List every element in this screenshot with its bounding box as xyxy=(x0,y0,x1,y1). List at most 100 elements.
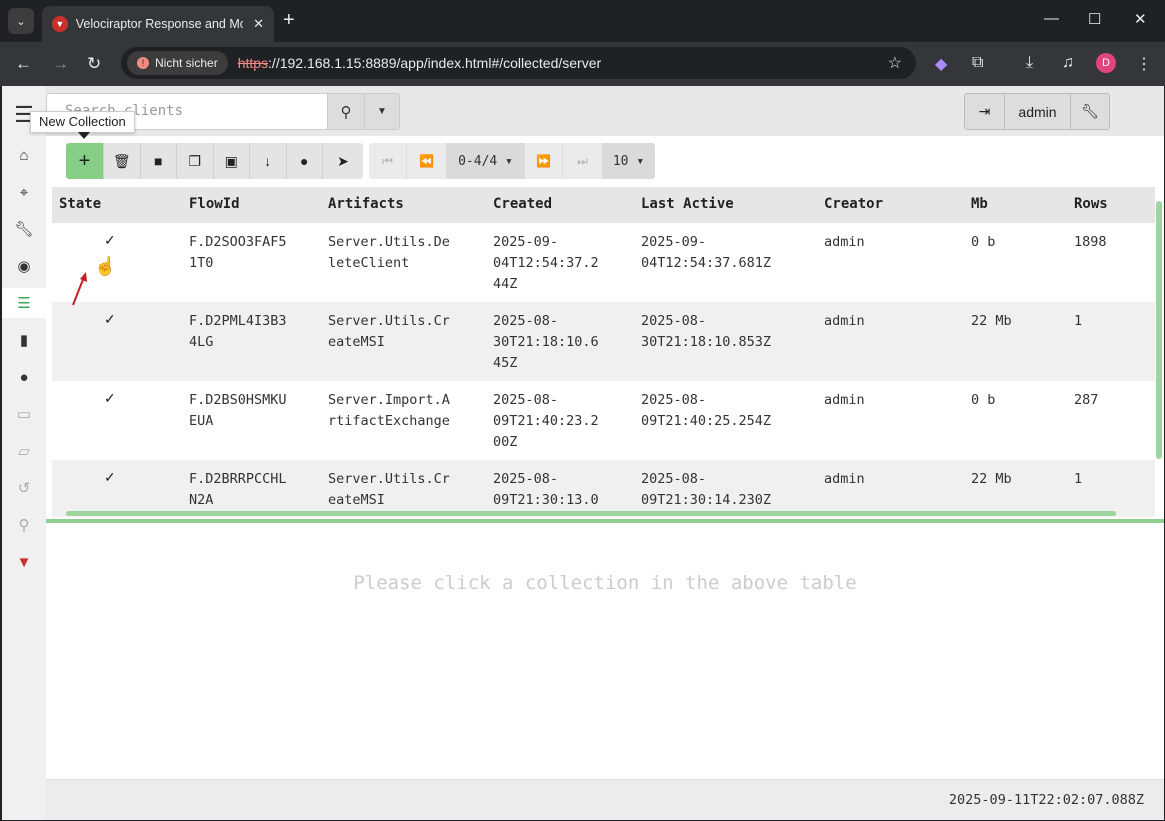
scroll-thumb[interactable] xyxy=(66,511,1116,516)
send-paper-plane-icon[interactable]: ➤ xyxy=(323,143,363,179)
search-icon[interactable]: ⚲ xyxy=(327,93,365,130)
new-collection-button[interactable]: + xyxy=(66,143,104,179)
pane-splitter[interactable] xyxy=(46,519,1164,523)
mb: 0 b xyxy=(971,392,996,408)
last-active: 2025-08- 30T21:18:10.853Z xyxy=(641,313,772,350)
flow-id: F.D2BS0HSMKU EUA xyxy=(189,392,287,429)
mb: 0 b xyxy=(971,234,996,250)
creator: admin xyxy=(824,392,865,408)
reload-button[interactable]: ↻ xyxy=(87,54,101,74)
close-tab-icon[interactable]: ✕ xyxy=(253,16,264,32)
download-icon[interactable]: ⤓ xyxy=(1026,54,1033,72)
sidebar: ☰ ⌂ ⌖ 🔧︎ ◉ ☰ ▮ ● ▭ ▱ ↺ ⚲ ▼ xyxy=(2,86,46,820)
history-icon[interactable]: ↺ xyxy=(2,473,46,503)
artifact: Server.Utils.De leteClient xyxy=(328,234,450,271)
header-flowid[interactable]: FlowId xyxy=(189,196,240,212)
rows-count: 287 xyxy=(1074,392,1099,408)
save-floppy-icon[interactable]: ▣ xyxy=(213,143,250,179)
new-collection-tooltip: New Collection xyxy=(30,111,135,133)
url-scheme: https xyxy=(237,55,269,71)
media-control-icon[interactable]: ♫ xyxy=(1062,54,1074,72)
maximize-button[interactable]: ☐ xyxy=(1088,10,1101,28)
velociraptor-app: ☰ ⌂ ⌖ 🔧︎ ◉ ☰ ▮ ● ▭ ▱ ↺ ⚲ ▼ Search client… xyxy=(2,86,1164,820)
check-icon: ✓ xyxy=(104,390,116,406)
vertical-scrollbar[interactable] xyxy=(1154,187,1164,517)
book-icon[interactable]: ▮ xyxy=(2,325,46,355)
table-header: State FlowId Artifacts Created Last Acti… xyxy=(52,187,1155,223)
flow-id: F.D2BRRPCCHL N2A xyxy=(189,471,287,508)
prev-page-icon[interactable]: ⏪ xyxy=(407,143,447,179)
back-button[interactable]: ← xyxy=(15,54,32,74)
header-mb[interactable]: Mb xyxy=(971,196,988,212)
pagination: ⏮ ⏪ 0-4/4 ▾ ⏩ ⏭ 10 ▾ xyxy=(369,143,655,179)
new-tab-button[interactable]: + xyxy=(283,9,295,32)
last-page-icon[interactable]: ⏭ xyxy=(563,143,603,179)
created: 2025-08- 09T21:40:23.2 00Z xyxy=(493,392,599,450)
artifact: Server.Import.A rtifactExchange xyxy=(328,392,450,429)
flow-id: F.D2SOO3FAF5 1T0 xyxy=(189,234,287,271)
menu-kebab-icon[interactable]: ⋮ xyxy=(1136,54,1152,74)
tab-search-button[interactable]: ⌄ xyxy=(8,8,34,34)
header-artifacts[interactable]: Artifacts xyxy=(328,196,404,212)
user-icon[interactable]: ● xyxy=(2,362,46,392)
close-window-button[interactable]: ✕ xyxy=(1134,10,1147,28)
header-creator[interactable]: Creator xyxy=(824,196,883,212)
red-annotation-arrow xyxy=(72,272,87,306)
search-dropdown-button[interactable]: ▼ xyxy=(364,93,400,130)
horizontal-scrollbar[interactable] xyxy=(52,508,1152,518)
wrench-icon[interactable]: 🔧︎ xyxy=(2,214,46,244)
header-created[interactable]: Created xyxy=(493,196,552,212)
last-active: 2025-08- 09T21:40:25.254Z xyxy=(641,392,772,429)
eye-icon[interactable]: ◉ xyxy=(2,251,46,281)
browser-tab[interactable]: ▼ Velociraptor Response and Mon ✕ xyxy=(42,6,274,42)
header-last-active[interactable]: Last Active xyxy=(641,196,734,212)
stop-icon[interactable]: ■ xyxy=(140,143,177,179)
username-button[interactable]: admin xyxy=(1005,94,1071,129)
folder-open-icon[interactable]: ▱ xyxy=(2,436,46,466)
user-settings-wrench-icon[interactable]: 🔧︎ xyxy=(1071,94,1109,129)
header-state[interactable]: State xyxy=(59,196,101,212)
creator: admin xyxy=(824,313,865,329)
next-page-icon[interactable]: ⏩ xyxy=(525,143,563,179)
page-range-label: 0-4/4 xyxy=(458,153,498,169)
url-text[interactable]: https://192.168.1.15:8889/app/index.html… xyxy=(238,55,601,71)
home-icon[interactable]: ⌂ xyxy=(2,140,46,170)
copy-icon[interactable]: ❐ xyxy=(177,143,214,179)
user-icon[interactable]: ● xyxy=(286,143,323,179)
mb: 22 Mb xyxy=(971,471,1012,487)
page-size-dropdown[interactable]: 10 ▾ xyxy=(603,143,655,179)
address-bar[interactable]: ! Nicht sicher https://192.168.1.15:8889… xyxy=(121,47,916,79)
first-page-icon[interactable]: ⏮ xyxy=(369,143,407,179)
table-row[interactable]: ✓ F.D2SOO3FAF5 1T0 Server.Utils.De leteC… xyxy=(52,223,1155,302)
security-chip-label: Nicht sicher xyxy=(155,56,218,70)
extensions-puzzle-icon[interactable]: ⧉ xyxy=(972,54,983,72)
url-rest: ://192.168.1.15:8889/app/index.html#/col… xyxy=(268,55,602,71)
table-row[interactable]: ✓ F.D2BS0HSMKU EUA Server.Import.A rtifa… xyxy=(52,381,1155,460)
created: 2025-08- 30T21:18:10.6 45Z xyxy=(493,313,599,371)
binoculars-icon[interactable]: ⚲ xyxy=(2,510,46,540)
table-row[interactable]: ✓ F.D2PML4I3B3 4LG Server.Utils.Cr eateM… xyxy=(52,302,1155,381)
creator: admin xyxy=(824,234,865,250)
browser-toolbar: ← → ↻ ! Nicht sicher https://192.168.1.1… xyxy=(0,42,1165,86)
logout-icon[interactable]: ⇥ xyxy=(965,94,1005,129)
forward-button[interactable]: → xyxy=(52,54,69,74)
laptop-icon[interactable]: ▭ xyxy=(2,399,46,429)
profile-avatar[interactable]: D xyxy=(1096,53,1116,73)
download-arrow-icon[interactable]: ↓ xyxy=(250,143,287,179)
page-size-label: 10 xyxy=(612,153,629,169)
scroll-thumb[interactable] xyxy=(1156,201,1162,459)
crosshair-icon[interactable]: ⌖ xyxy=(2,177,46,207)
last-active: 2025-08- 09T21:30:14.230Z xyxy=(641,471,772,508)
bookmark-star-icon[interactable]: ☆ xyxy=(888,53,902,73)
created: 2025-09- 04T12:54:37.2 44Z xyxy=(493,234,599,292)
extension-gem-icon[interactable]: ◆ xyxy=(935,54,947,74)
security-chip[interactable]: ! Nicht sicher xyxy=(127,51,228,75)
minimize-button[interactable]: — xyxy=(1044,10,1059,27)
header-rows[interactable]: Rows xyxy=(1074,196,1108,212)
collection-toolbar: + 🗑︎ ■ ❐ ▣ ↓ ● ➤ xyxy=(66,143,363,179)
delete-trash-icon[interactable]: 🗑︎ xyxy=(104,143,141,179)
page-range-dropdown[interactable]: 0-4/4 ▾ xyxy=(447,143,525,179)
flow-id: F.D2PML4I3B3 4LG xyxy=(189,313,287,350)
velociraptor-logo-icon[interactable]: ▼ xyxy=(2,547,46,577)
server-icon[interactable]: ☰ xyxy=(2,288,46,318)
